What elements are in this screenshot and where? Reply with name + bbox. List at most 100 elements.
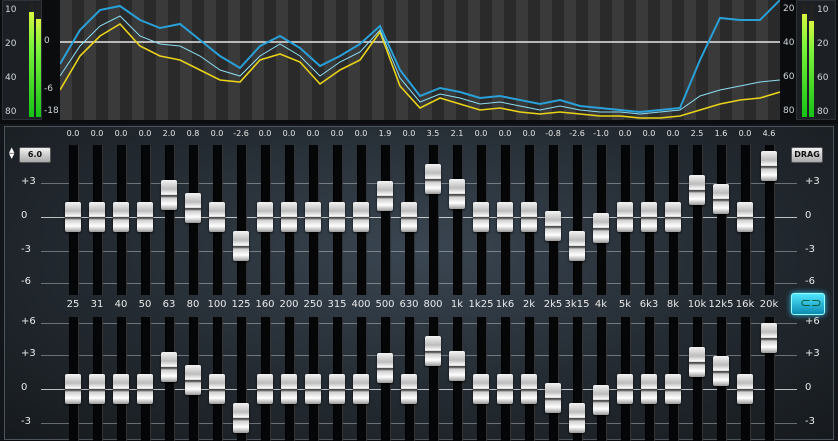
fader-upper-630[interactable] — [401, 202, 417, 232]
fader-upper-100[interactable] — [209, 202, 225, 232]
fader-lower-400[interactable] — [353, 374, 369, 404]
fader-lower-8k[interactable] — [665, 374, 681, 404]
fader-lower-40[interactable] — [113, 374, 129, 404]
band-gain-value: 1.9 — [378, 129, 392, 138]
fader-upper-40[interactable] — [113, 202, 129, 232]
band-gain-value: 0.0 — [90, 129, 104, 138]
fader-upper-31[interactable] — [89, 202, 105, 232]
fader-upper-50[interactable] — [137, 202, 153, 232]
fader-lower-3k15[interactable] — [569, 402, 585, 433]
fader-lower-125[interactable] — [233, 402, 249, 433]
fader-lower-10k[interactable] — [689, 346, 705, 377]
fader-lower-16k[interactable] — [737, 374, 753, 404]
fader-lower-25[interactable] — [65, 374, 81, 404]
fader-upper-315[interactable] — [329, 202, 345, 232]
gridline-lower-3 — [41, 423, 797, 424]
fader-track-lower — [693, 317, 703, 441]
fader-lower-2k[interactable] — [521, 374, 537, 404]
fader-upper-500[interactable] — [377, 181, 393, 212]
fader-upper-5k[interactable] — [617, 202, 633, 232]
db-label-lower-right: -3 — [805, 416, 815, 427]
band-gain-value: 0.0 — [306, 129, 320, 138]
fader-upper-1k25[interactable] — [473, 202, 489, 232]
gridline-upper-2 — [41, 251, 797, 252]
fader-track-upper — [453, 145, 463, 295]
band-gain-value: 2.1 — [450, 129, 464, 138]
db-label-left: -3 — [21, 244, 31, 255]
band-gain-value: 0.0 — [402, 129, 416, 138]
fader-track-upper — [573, 145, 583, 295]
fader-lower-1k[interactable] — [449, 350, 465, 381]
fader-upper-125[interactable] — [233, 230, 249, 261]
fader-upper-8k[interactable] — [665, 202, 681, 232]
fader-lower-5k[interactable] — [617, 374, 633, 404]
link-button[interactable]: ⊂⊃ — [791, 293, 825, 315]
fader-lower-2k5[interactable] — [545, 382, 561, 413]
fader-lower-250[interactable] — [305, 374, 321, 404]
fader-upper-3k15[interactable] — [569, 230, 585, 261]
band-gain-value: 0.0 — [354, 129, 368, 138]
band-gain-value: 0.0 — [738, 129, 752, 138]
left-level-meter: 10 20 40 80 — [2, 0, 42, 120]
fader-track-lower — [549, 317, 559, 441]
right-meter-scale: 10 20 60 80 — [817, 5, 829, 117]
fader-lower-12k5[interactable] — [713, 356, 729, 387]
fader-lower-500[interactable] — [377, 353, 393, 384]
db-label-lower-left: 0 — [21, 382, 28, 393]
fader-lower-100[interactable] — [209, 374, 225, 404]
fader-upper-25[interactable] — [65, 202, 81, 232]
fader-upper-800[interactable] — [425, 163, 441, 194]
fader-upper-1k6[interactable] — [497, 202, 513, 232]
fader-upper-80[interactable] — [185, 193, 201, 224]
drag-mode-button[interactable]: DRAG — [791, 147, 823, 163]
gain-stepper-arrows[interactable]: ▲ ▼ — [9, 147, 14, 160]
fader-upper-4k[interactable] — [593, 213, 609, 243]
db-label-lower-left: +3 — [21, 348, 36, 359]
db-label-right: +3 — [805, 176, 820, 187]
fader-lower-20k[interactable] — [761, 323, 777, 354]
band-gain-value: -2.6 — [233, 129, 249, 138]
fader-upper-400[interactable] — [353, 202, 369, 232]
fader-lower-630[interactable] — [401, 374, 417, 404]
fader-upper-12k5[interactable] — [713, 184, 729, 215]
fader-lower-4k[interactable] — [593, 385, 609, 415]
fader-upper-2k5[interactable] — [545, 210, 561, 241]
fader-lower-1k6[interactable] — [497, 374, 513, 404]
graphic-eq-panel: ▲ ▼ 6.0 DRAG ⊂⊃ +3 +3 0 0 -3 -3 -6 -6 +6 +6 +3 +3 0 0 -… — [4, 126, 834, 441]
band-gain-value: -2.6 — [569, 129, 585, 138]
fader-lower-160[interactable] — [257, 374, 273, 404]
fader-lower-50[interactable] — [137, 374, 153, 404]
fader-lower-31[interactable] — [89, 374, 105, 404]
fader-lower-80[interactable] — [185, 365, 201, 396]
fader-upper-160[interactable] — [257, 202, 273, 232]
gridline-lower-0 — [41, 323, 797, 324]
left-meter-bar-1 — [29, 3, 34, 117]
fader-upper-250[interactable] — [305, 202, 321, 232]
fader-lower-200[interactable] — [281, 374, 297, 404]
fader-lower-63[interactable] — [161, 352, 177, 382]
fader-lower-315[interactable] — [329, 374, 345, 404]
db-label-right: -3 — [805, 244, 815, 255]
fader-upper-10k[interactable] — [689, 174, 705, 205]
fader-track-upper — [381, 145, 391, 295]
spectrum-curve-yellow — [60, 22, 780, 119]
fader-track-upper — [165, 145, 175, 295]
fader-upper-1k[interactable] — [449, 178, 465, 209]
right-level-meter: 10 20 60 80 — [796, 0, 836, 120]
left-meter-scale: 10 20 40 80 — [5, 5, 17, 117]
fader-track-lower — [597, 317, 607, 441]
db-label-right: -6 — [805, 276, 815, 287]
fader-upper-20k[interactable] — [761, 151, 777, 182]
fader-lower-1k25[interactable] — [473, 374, 489, 404]
fader-track-upper — [237, 145, 247, 295]
fader-lower-800[interactable] — [425, 335, 441, 366]
fader-lower-6k3[interactable] — [641, 374, 657, 404]
fader-upper-6k3[interactable] — [641, 202, 657, 232]
fader-upper-63[interactable] — [161, 180, 177, 210]
fader-upper-2k[interactable] — [521, 202, 537, 232]
fader-upper-200[interactable] — [281, 202, 297, 232]
fader-upper-16k[interactable] — [737, 202, 753, 232]
gain-range-button[interactable]: 6.0 — [19, 147, 51, 163]
band-gain-value: 3.5 — [426, 129, 440, 138]
left-meter-bar-2 — [36, 3, 41, 117]
